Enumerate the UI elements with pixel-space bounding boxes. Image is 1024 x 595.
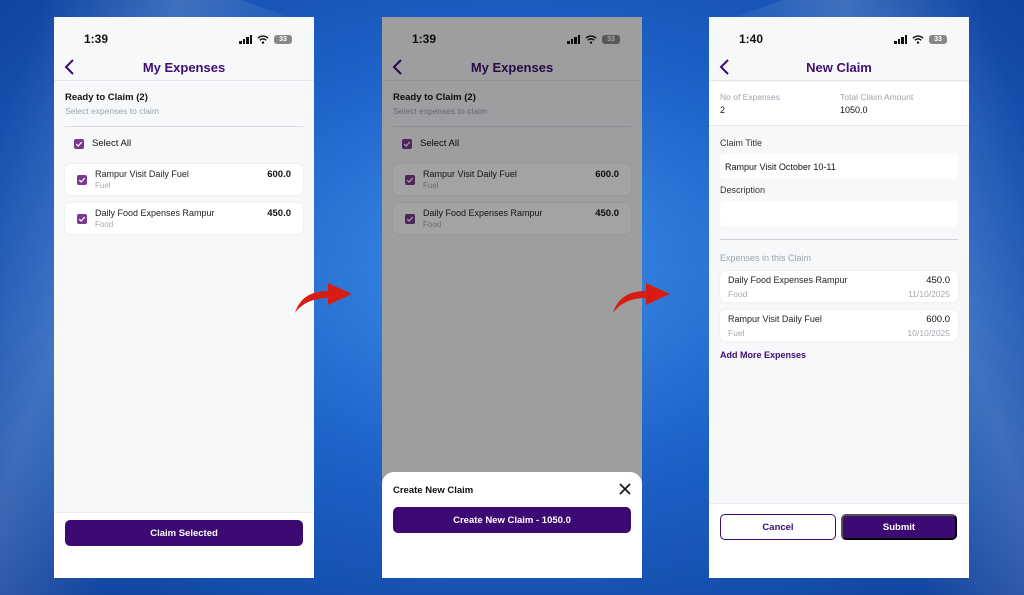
section-title: Ready to Claim (2) [65,92,148,103]
claim-title-label: Claim Title [720,138,763,148]
screen-my-expenses-sheet: 1:39 33 My Expenses Ready to Claim (2) S… [382,17,642,578]
select-all-row[interactable]: Select All [74,138,131,149]
expense-amount: 600.0 [267,169,291,180]
expenses-in-claim-label: Expenses in this Claim [720,253,812,263]
battery-icon: 33 [274,34,292,44]
no-of-expenses-value: 2 [720,105,726,115]
expense-date: 11/10/2025 [908,289,950,299]
description-input[interactable] [720,201,958,226]
no-of-expenses-label: No of Expenses [720,92,781,102]
cancel-button[interactable]: Cancel [720,514,836,540]
status-time: 1:39 [84,32,109,46]
select-all-label: Select All [92,138,132,149]
battery-icon: 33 [929,34,947,44]
page-title: My Expenses [142,60,226,75]
expense-category: Fuel [728,328,745,338]
expense-card[interactable]: Daily Food Expenses Rampur Food 450.0 [65,203,303,234]
expense-checkbox[interactable] [77,174,87,185]
expense-category: Food [728,289,748,299]
status-bar: 1:40 33 [709,17,969,55]
expense-category: Fuel [95,181,111,190]
create-new-claim-button[interactable]: Create New Claim - 1050.0 [393,507,631,533]
signal-icon [239,34,252,44]
sheet-title: Create New Claim [393,485,474,496]
no-of-expenses: No of Expenses 2 [720,92,780,115]
expense-date: 10/10/2025 [907,328,950,338]
flow-arrow-icon [295,283,352,313]
expense-name: Rampur Visit Daily Fuel [95,169,189,179]
nav-bar: My Expenses [54,55,314,81]
close-icon[interactable] [618,482,632,496]
status-time: 1:40 [739,32,764,46]
section-header: Ready to Claim (2) Select expenses to cl… [65,92,159,116]
screen-my-expenses: 1:39 33 My Expenses Ready to Claim (2) S… [54,17,314,578]
back-chevron-icon[interactable] [60,57,80,77]
check-icon [78,177,86,183]
wifi-icon [257,34,269,44]
expense-name: Daily Food Expenses Rampur [728,275,848,285]
submit-button[interactable]: Submit [841,514,957,540]
description-label: Description [720,185,766,195]
screen-new-claim: 1:40 33 New Claim No of Expenses 2 Total… [709,17,969,578]
create-claim-sheet: Create New Claim Create New Claim - 1050… [382,472,642,578]
check-icon [75,141,83,147]
total-amount-label: Total Claim Amount [840,92,914,102]
section-subtitle: Select expenses to claim [65,106,160,116]
back-chevron-icon[interactable] [715,57,735,77]
signal-icon [894,34,907,44]
divider [720,239,958,240]
expense-amount: 600.0 [926,314,950,325]
divider [65,126,303,127]
nav-bar: New Claim [709,55,969,81]
page-title: New Claim [806,60,872,75]
select-all-checkbox[interactable] [74,138,84,149]
wifi-icon [912,34,924,44]
claim-selected-button[interactable]: Claim Selected [65,520,303,546]
claim-expense-card[interactable]: Rampur Visit Daily Fuel 600.0 Fuel 10/10… [720,310,958,341]
flow-arrow-icon [613,283,670,313]
expense-name: Daily Food Expenses Rampur [95,208,215,218]
expense-name: Rampur Visit Daily Fuel [728,314,822,324]
status-icons: 33 [239,34,292,44]
add-more-expenses-link[interactable]: Add More Expenses [720,350,806,360]
expense-amount: 450.0 [926,275,950,286]
claim-expense-card[interactable]: Daily Food Expenses Rampur 450.0 Food 11… [720,271,958,302]
expense-checkbox[interactable] [77,213,87,224]
status-bar: 1:39 33 [54,17,314,55]
claim-title-input[interactable]: Rampur Visit October 10-11 [720,154,958,179]
status-icons: 33 [894,34,947,44]
expense-category: Food [95,220,114,229]
expense-amount: 450.0 [267,208,291,219]
total-amount-value: 1050.0 [840,105,868,115]
total-claim-amount: Total Claim Amount 1050.0 [840,92,913,115]
check-icon [78,216,86,222]
expense-card[interactable]: Rampur Visit Daily Fuel Fuel 600.0 [65,164,303,195]
bottom-bar: Cancel Submit [709,503,969,578]
claim-summary: No of Expenses 2 Total Claim Amount 1050… [709,82,969,126]
